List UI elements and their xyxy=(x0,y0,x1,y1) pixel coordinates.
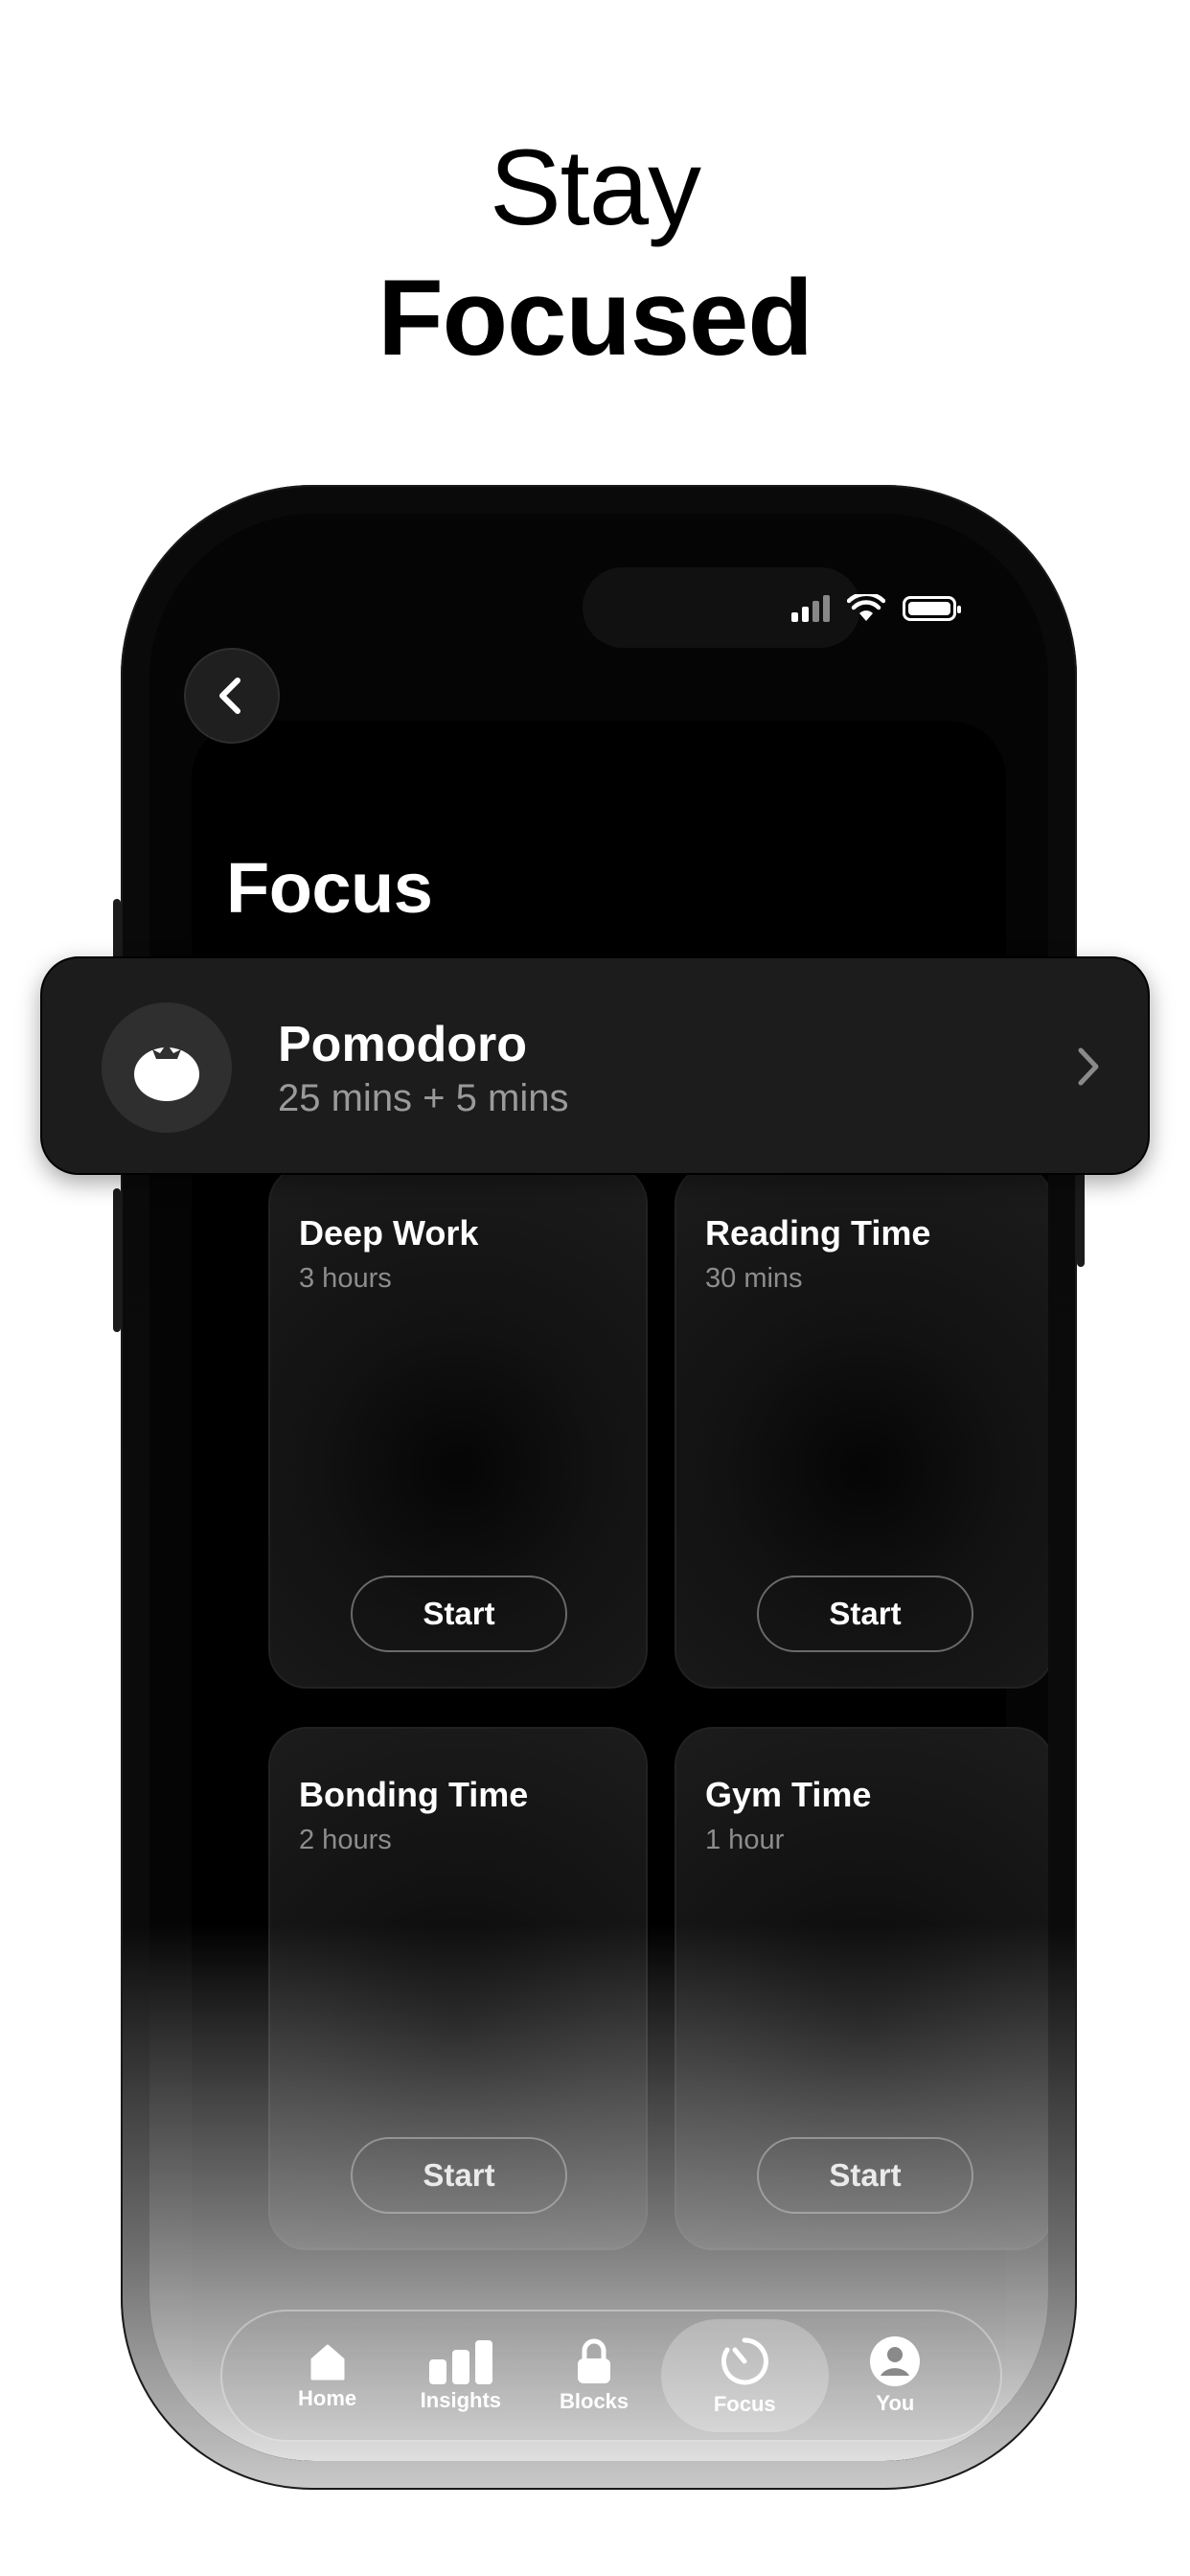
headline: Stay Focused xyxy=(0,123,1190,383)
bar-chart-icon xyxy=(428,2340,492,2384)
card-duration: 3 hours xyxy=(299,1263,392,1294)
start-button[interactable]: Start xyxy=(351,2137,567,2214)
cellular-signal-icon xyxy=(791,595,830,622)
tab-label: Home xyxy=(298,2386,357,2410)
start-button[interactable]: Start xyxy=(757,2137,973,2214)
phone-volume-down xyxy=(113,1188,121,1332)
tab-you[interactable]: You xyxy=(829,2335,962,2416)
battery-icon xyxy=(903,596,961,621)
focus-card-deep-work[interactable]: Deep Work 3 hours Start xyxy=(268,1165,648,1689)
tab-blocks[interactable]: Blocks xyxy=(527,2337,660,2414)
pomodoro-title: Pomodoro xyxy=(278,1017,527,1072)
tab-label: Focus xyxy=(713,2392,776,2416)
status-bar xyxy=(791,594,961,623)
card-duration: 30 mins xyxy=(705,1263,803,1294)
card-title: Bonding Time xyxy=(299,1775,529,1814)
headline-line-2: Focused xyxy=(378,258,813,378)
tab-focus[interactable]: Focus xyxy=(660,2319,829,2432)
card-duration: 1 hour xyxy=(705,1825,785,1855)
tab-insights[interactable]: Insights xyxy=(394,2338,527,2413)
tab-bar: Home Insights Blocks Focus You xyxy=(220,2310,1002,2442)
focus-card-gym-time[interactable]: Gym Time 1 hour Start xyxy=(675,1727,1048,2250)
chevron-left-icon xyxy=(219,678,240,714)
wifi-icon xyxy=(847,594,885,621)
card-title: Gym Time xyxy=(705,1775,872,1814)
focus-card-reading-time[interactable]: Reading Time 30 mins Start xyxy=(675,1165,1048,1689)
phone-frame: Focus Deep Work 3 hours Start Reading Ti… xyxy=(113,485,1085,2490)
person-icon xyxy=(870,2336,921,2386)
phone-screen: Focus Deep Work 3 hours Start Reading Ti… xyxy=(149,514,1048,2461)
tab-label: You xyxy=(876,2391,915,2415)
focus-card-bonding-time[interactable]: Bonding Time 2 hours Start xyxy=(268,1727,648,2250)
lock-icon xyxy=(578,2338,611,2383)
tomato-icon xyxy=(102,1002,232,1133)
chevron-right-icon xyxy=(1078,1047,1099,1086)
tab-label: Blocks xyxy=(560,2389,629,2413)
card-title: Reading Time xyxy=(705,1213,931,1253)
pomodoro-detail: 25 mins + 5 mins xyxy=(278,1077,569,1119)
tab-label: Insights xyxy=(420,2388,502,2412)
page-title: Focus xyxy=(226,848,433,928)
timer-icon xyxy=(721,2337,769,2385)
card-title: Deep Work xyxy=(299,1213,479,1253)
headline-line-1: Stay xyxy=(489,127,701,247)
card-duration: 2 hours xyxy=(299,1825,392,1855)
start-button[interactable]: Start xyxy=(757,1576,973,1652)
pomodoro-banner[interactable]: Pomodoro 25 mins + 5 mins xyxy=(40,956,1150,1175)
start-button[interactable]: Start xyxy=(351,1576,567,1652)
tab-home[interactable]: Home xyxy=(261,2340,394,2411)
home-icon xyxy=(310,2344,345,2380)
back-button[interactable] xyxy=(184,648,280,744)
